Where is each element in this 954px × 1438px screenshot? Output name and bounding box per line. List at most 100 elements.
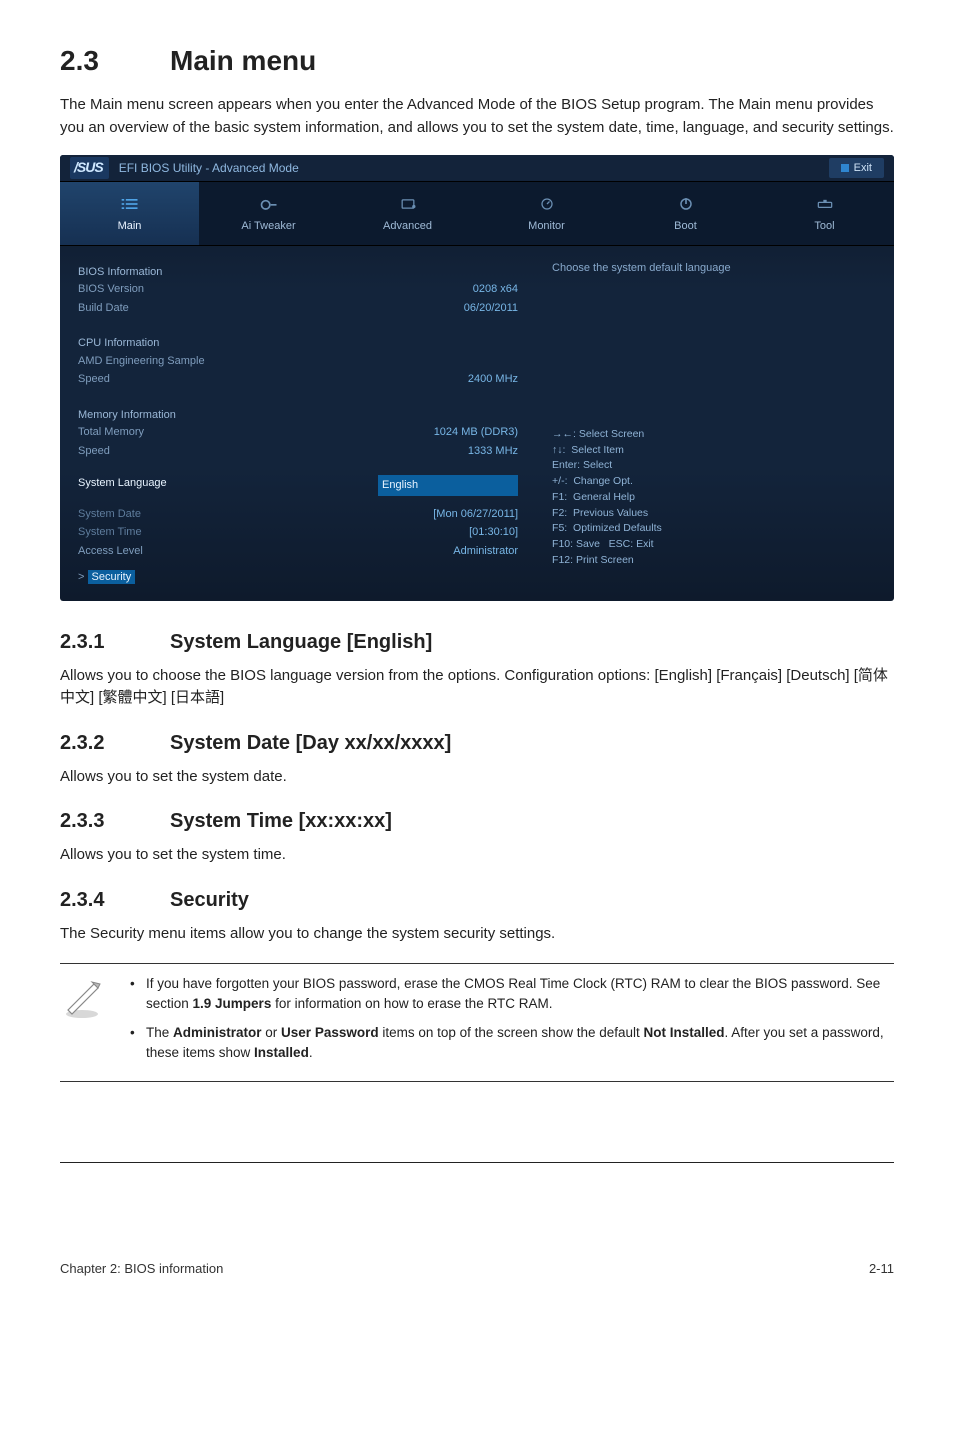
memory-speed-label: Speed (78, 443, 110, 460)
subsection-2-3-4: 2.3.4Security (60, 885, 894, 915)
total-memory-row: Total Memory 1024 MB (DDR3) (78, 423, 518, 442)
amd-sample-label: AMD Engineering Sample (78, 353, 205, 370)
tab-monitor[interactable]: Monitor (477, 182, 616, 245)
note-box: If you have forgotten your BIOS password… (60, 963, 894, 1082)
system-language-row[interactable]: System Language English (78, 474, 518, 497)
bios-left-pane: BIOS Information BIOS Version 0208 x64 Bu… (60, 246, 536, 601)
sub4-body: The Security menu items allow you to cha… (60, 923, 894, 946)
exit-label: Exit (854, 160, 872, 177)
footer-left: Chapter 2: BIOS information (60, 1259, 223, 1279)
sub1-title: System Language [English] (170, 631, 432, 653)
help-text: Choose the system default language (552, 260, 878, 277)
sub4-num: 2.3.4 (60, 885, 170, 915)
tab-ai-label: Ai Tweaker (241, 220, 295, 232)
list-icon (120, 196, 140, 212)
system-date-row[interactable]: System Date [Mon 06/27/2011] (78, 505, 518, 524)
cpu-speed-label: Speed (78, 371, 110, 388)
memory-speed-value: 1333 MHz (468, 443, 518, 460)
total-memory-value: 1024 MB (DDR3) (434, 424, 518, 441)
bios-version-row: BIOS Version 0208 x64 (78, 280, 518, 299)
bios-utility-title: EFI BIOS Utility - Advanced Mode (119, 159, 829, 177)
section-title: Main menu (170, 45, 316, 76)
bios-titlebar: /SUS EFI BIOS Utility - Advanced Mode Ex… (60, 155, 894, 182)
hint-f10: F10: Save ESC: Exit (552, 537, 878, 553)
security-label: Security (88, 570, 136, 584)
cpu-speed-row: Speed 2400 MHz (78, 370, 518, 389)
memory-info-heading: Memory Information (78, 407, 518, 424)
tab-ai-tweaker[interactable]: Ai Tweaker (199, 182, 338, 245)
hint-f5: F5: Optimized Defaults (552, 521, 878, 537)
bios-right-pane: Choose the system default language →←: S… (536, 246, 894, 601)
cpu-speed-value: 2400 MHz (468, 371, 518, 388)
exit-button[interactable]: Exit (829, 158, 884, 179)
tab-monitor-label: Monitor (528, 220, 565, 232)
bios-body: BIOS Information BIOS Version 0208 x64 Bu… (60, 246, 894, 601)
system-date-value: [Mon 06/27/2011] (433, 506, 518, 523)
hint-enter: Enter: Select (552, 458, 878, 474)
note-icon (60, 974, 104, 1071)
system-date-label: System Date (78, 506, 141, 523)
system-language-label: System Language (78, 475, 167, 496)
section-heading: 2.3Main menu (60, 40, 894, 82)
amd-sample-row: AMD Engineering Sample (78, 352, 518, 371)
note-item-1: If you have forgotten your BIOS password… (130, 974, 888, 1015)
tab-advanced[interactable]: Advanced (338, 182, 477, 245)
build-date-value: 06/20/2011 (464, 300, 518, 317)
sub3-body: Allows you to set the system time. (60, 844, 894, 867)
hint-select-item: ↑↓: Select Item (552, 443, 878, 459)
memory-speed-row: Speed 1333 MHz (78, 442, 518, 461)
access-level-row: Access Level Administrator (78, 542, 518, 561)
section-number: 2.3 (60, 40, 170, 82)
sub3-title: System Time [xx:xx:xx] (170, 810, 392, 832)
chip-icon (398, 196, 418, 212)
cpu-info-heading: CPU Information (78, 335, 518, 352)
bios-tabs: Main Ai Tweaker Advanced Monitor Boot To… (60, 182, 894, 246)
bios-screenshot: /SUS EFI BIOS Utility - Advanced Mode Ex… (60, 155, 894, 601)
sub1-body: Allows you to choose the BIOS language v… (60, 665, 894, 710)
asus-logo: /SUS (70, 157, 109, 179)
system-language-value[interactable]: English (378, 475, 518, 496)
key-hints: →←: Select Screen ↑↓: Select Item Enter:… (552, 427, 878, 569)
tab-tool[interactable]: Tool (755, 182, 894, 245)
hint-f1: F1: General Help (552, 490, 878, 506)
hint-change-opt: +/-: Change Opt. (552, 474, 878, 490)
power-icon (676, 196, 696, 212)
tweaker-icon (259, 196, 279, 212)
build-date-label: Build Date (78, 300, 129, 317)
sub2-body: Allows you to set the system date. (60, 766, 894, 789)
note-item-2: The Administrator or User Password items… (130, 1023, 888, 1064)
system-time-row[interactable]: System Time [01:30:10] (78, 523, 518, 542)
security-prefix: > (78, 571, 84, 583)
tab-tool-label: Tool (814, 220, 834, 232)
tab-main-label: Main (118, 220, 142, 232)
tool-icon (815, 196, 835, 212)
sub3-num: 2.3.3 (60, 806, 170, 836)
sub4-title: Security (170, 889, 249, 911)
subsection-2-3-1: 2.3.1System Language [English] (60, 627, 894, 657)
tab-boot-label: Boot (674, 220, 697, 232)
system-time-value: [01:30:10] (469, 524, 518, 541)
tab-advanced-label: Advanced (383, 220, 432, 232)
bios-version-label: BIOS Version (78, 281, 144, 298)
subsection-2-3-2: 2.3.2System Date [Day xx/xx/xxxx] (60, 728, 894, 758)
footer-right: 2-11 (869, 1259, 894, 1279)
total-memory-label: Total Memory (78, 424, 144, 441)
sub2-num: 2.3.2 (60, 728, 170, 758)
security-row[interactable]: > Security (78, 568, 518, 587)
page-footer: Chapter 2: BIOS information 2-11 (60, 1253, 894, 1279)
sub2-title: System Date [Day xx/xx/xxxx] (170, 732, 451, 754)
sub1-num: 2.3.1 (60, 627, 170, 657)
subsection-2-3-3: 2.3.3System Time [xx:xx:xx] (60, 806, 894, 836)
access-level-label: Access Level (78, 543, 143, 560)
build-date-row: Build Date 06/20/2011 (78, 299, 518, 318)
tab-boot[interactable]: Boot (616, 182, 755, 245)
section-intro: The Main menu screen appears when you en… (60, 94, 894, 139)
bios-version-value: 0208 x64 (473, 281, 518, 298)
bios-info-heading: BIOS Information (78, 264, 518, 281)
hint-select-screen: →←: Select Screen (552, 427, 878, 443)
access-level-value: Administrator (453, 543, 518, 560)
system-time-label: System Time (78, 524, 142, 541)
exit-icon (841, 164, 849, 172)
hint-f2: F2: Previous Values (552, 506, 878, 522)
tab-main[interactable]: Main (60, 182, 199, 245)
